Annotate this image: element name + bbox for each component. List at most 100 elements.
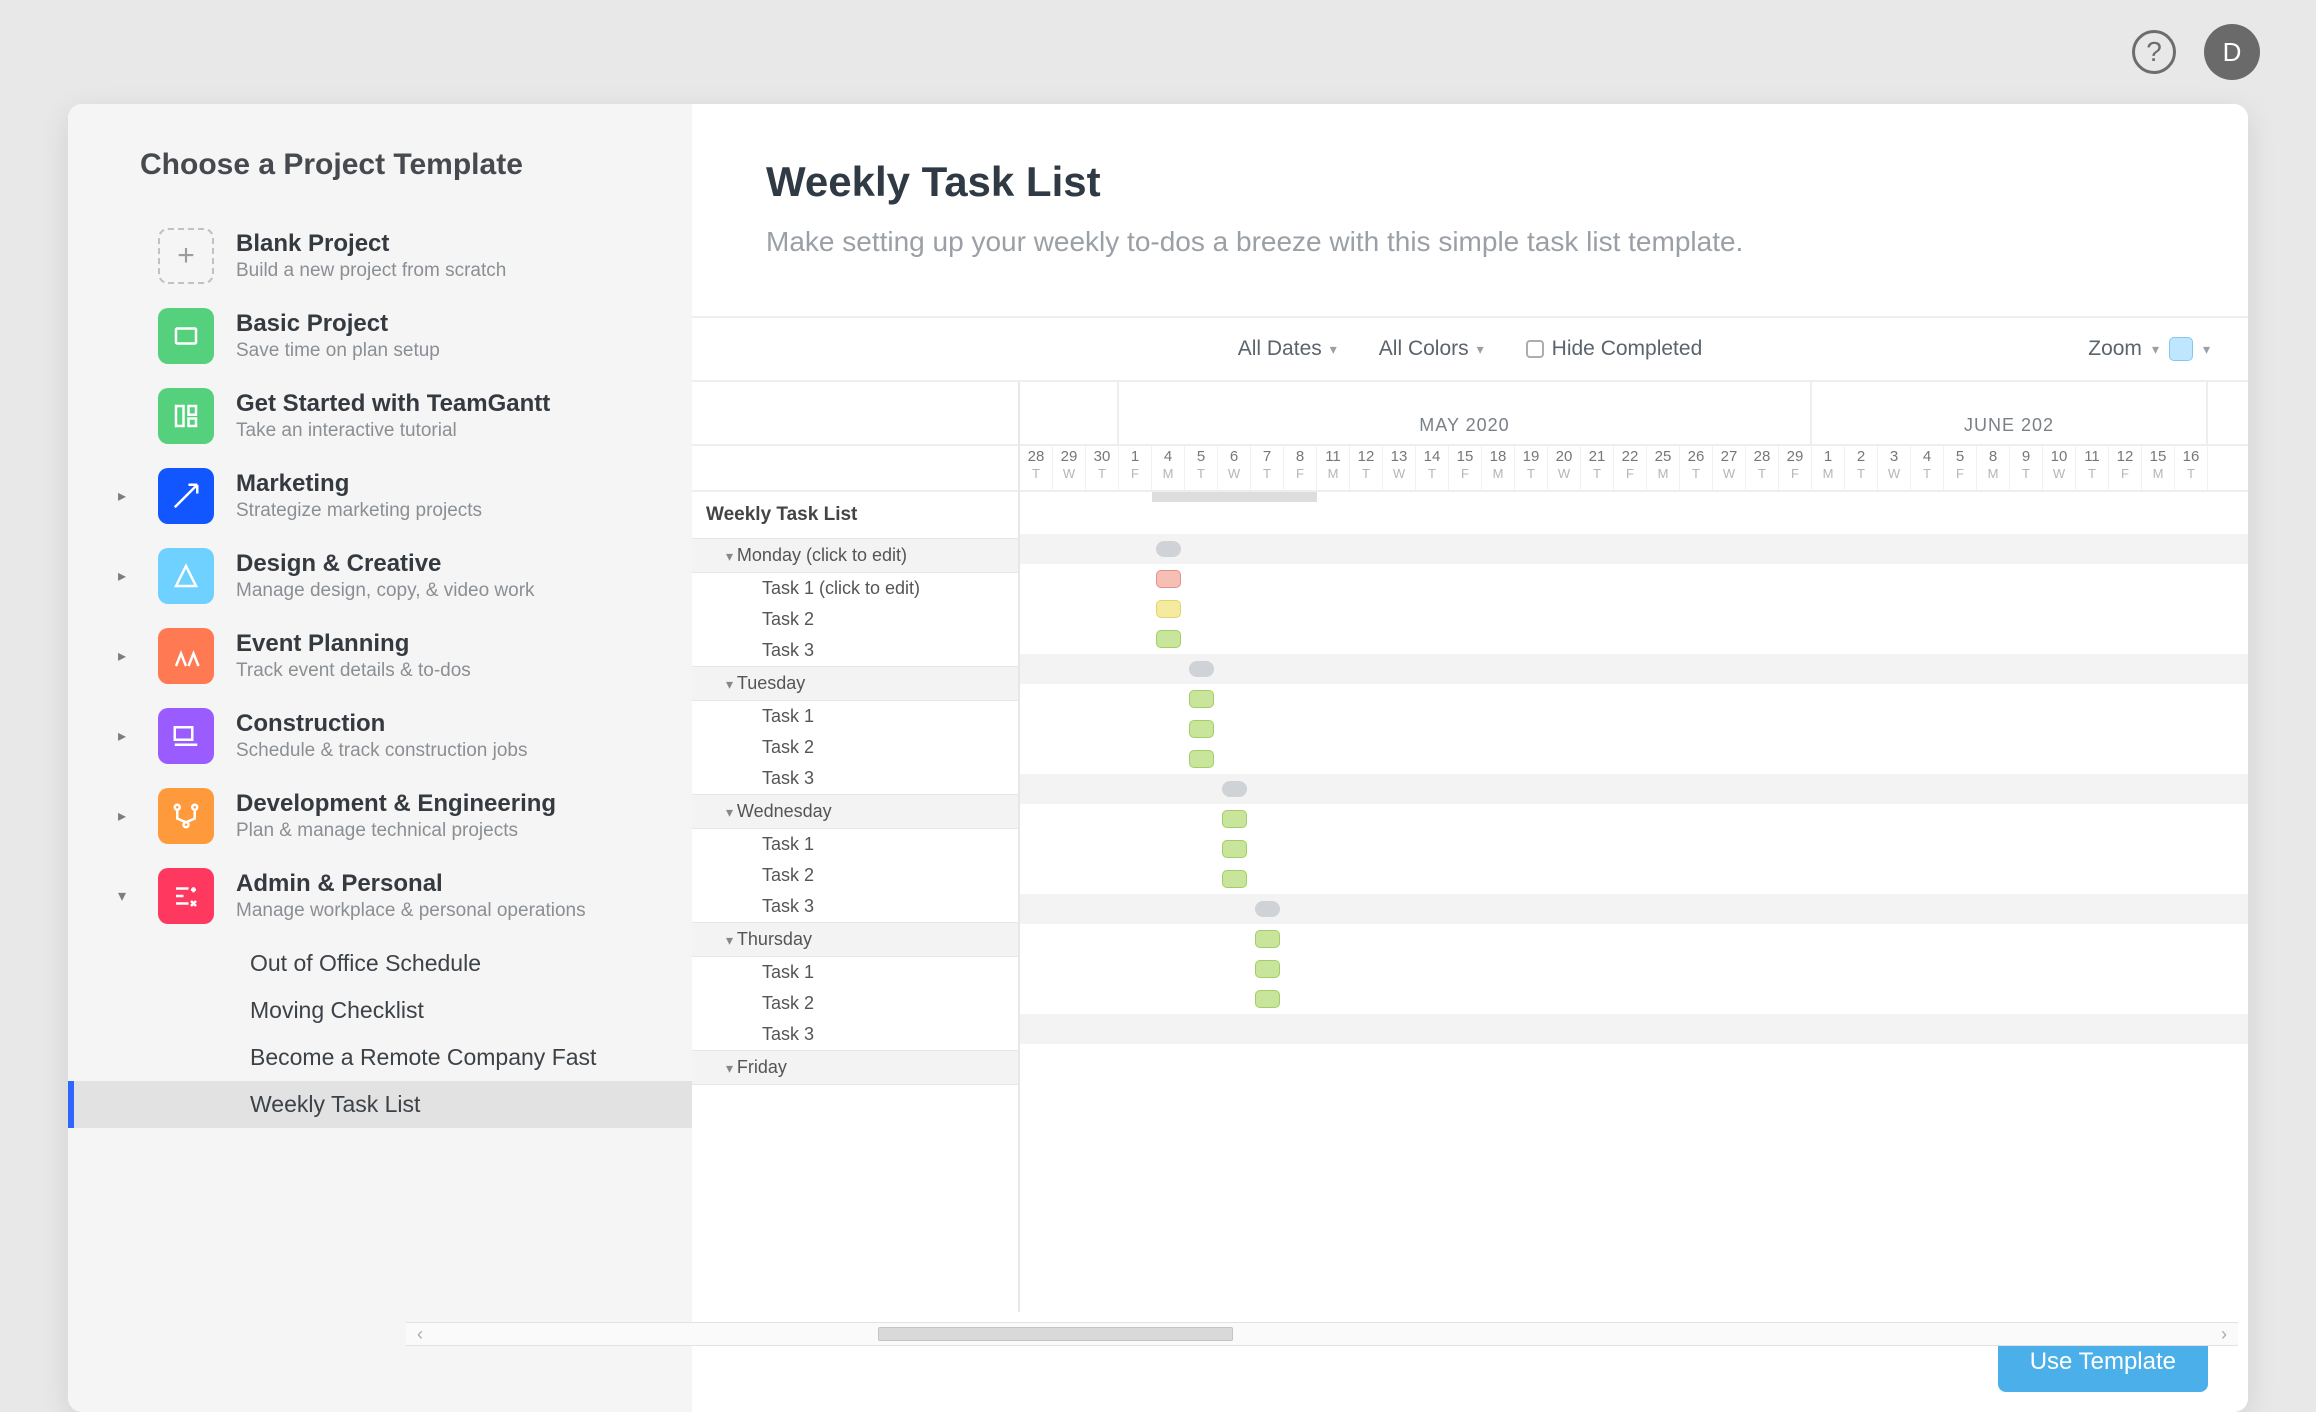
gantt-task-bar[interactable] (1189, 690, 1214, 708)
subtemplate-list: Out of Office ScheduleMoving ChecklistBe… (68, 936, 692, 1136)
timeline-day: 20W (1548, 446, 1581, 490)
category-name: Event Planning (236, 630, 471, 658)
category-item-blank[interactable]: +Blank ProjectBuild a new project from s… (68, 216, 692, 296)
task-row[interactable]: Task 1 (692, 701, 1018, 732)
timeline-day: 15M (2142, 446, 2175, 490)
help-icon[interactable]: ? (2132, 30, 2176, 74)
category-sub: Strategize marketing projects (236, 500, 482, 522)
blank-icon: + (158, 228, 214, 284)
template-title: Weekly Task List (766, 158, 2174, 206)
category-sub: Build a new project from scratch (236, 260, 506, 282)
timeline-day: 25M (1647, 446, 1680, 490)
gantt-toolbar: All Dates ▾ All Colors ▾ Hide Completed … (692, 318, 2248, 382)
sidebar: Choose a Project Template +Blank Project… (68, 104, 692, 1412)
gantt-task-bar[interactable] (1255, 960, 1280, 978)
category-item-admin[interactable]: ▾Admin & PersonalManage workplace & pers… (68, 856, 692, 936)
design-icon (158, 548, 214, 604)
chevron-down-icon: ▾ (2203, 341, 2210, 358)
subtemplate-item[interactable]: Out of Office Schedule (68, 940, 692, 987)
chevron-right-icon: ▸ (118, 646, 126, 666)
category-item-constr[interactable]: ▸ConstructionSchedule & track constructi… (68, 696, 692, 776)
task-row[interactable]: Task 3 (692, 635, 1018, 666)
gantt-group-bar[interactable] (1189, 661, 1214, 677)
timeline-day: 29F (1779, 446, 1812, 490)
category-item-dev[interactable]: ▸Development & EngineeringPlan & manage … (68, 776, 692, 856)
task-group-header[interactable]: Friday (692, 1050, 1018, 1085)
timeline-day: 1M (1812, 446, 1845, 490)
timeline-day: 13W (1383, 446, 1416, 490)
subtemplate-item[interactable]: Weekly Task List (68, 1081, 692, 1128)
category-item-basic[interactable]: Basic ProjectSave time on plan setup (68, 296, 692, 376)
gantt-task-bar[interactable] (1255, 990, 1280, 1008)
category-name: Get Started with TeamGantt (236, 390, 550, 418)
gantt-task-bar[interactable] (1156, 570, 1181, 588)
task-row[interactable]: Task 1 (692, 829, 1018, 860)
zoom-control[interactable]: Zoom ▾ ▾ (2088, 337, 2210, 361)
chevron-down-icon: ▾ (1477, 341, 1484, 358)
gantt-timeline[interactable]: MAY 2020JUNE 202 28T29W30T1F4M5T6W7T8F11… (1020, 382, 2248, 1312)
task-group-header[interactable]: Tuesday (692, 666, 1018, 701)
task-row[interactable]: Task 1 (692, 957, 1018, 988)
task-group-header[interactable]: Monday (click to edit) (692, 538, 1018, 573)
timeline-day: 12F (2109, 446, 2142, 490)
task-row[interactable]: Task 3 (692, 891, 1018, 922)
gantt-group-bar[interactable] (1222, 781, 1247, 797)
category-item-started[interactable]: Get Started with TeamGanttTake an intera… (68, 376, 692, 456)
date-scrubber[interactable] (1152, 492, 1317, 502)
gantt-task-bar[interactable] (1222, 840, 1247, 858)
template-picker-modal: Choose a Project Template +Blank Project… (68, 104, 2248, 1412)
timeline-day: 14T (1416, 446, 1449, 490)
main-header: Weekly Task List Make setting up your we… (692, 104, 2248, 286)
filter-dates-label: All Dates (1238, 337, 1322, 361)
task-row[interactable]: Task 2 (692, 604, 1018, 635)
top-bar: ? D (0, 0, 2316, 104)
task-row[interactable]: Task 3 (692, 1019, 1018, 1050)
category-sub: Track event details & to-dos (236, 660, 471, 682)
timeline-day: 5F (1944, 446, 1977, 490)
dev-icon (158, 788, 214, 844)
event-icon (158, 628, 214, 684)
avatar[interactable]: D (2204, 24, 2260, 80)
checkbox-icon (1526, 340, 1544, 358)
task-row[interactable]: Task 2 (692, 732, 1018, 763)
gantt-task-bar[interactable] (1222, 810, 1247, 828)
chevron-right-icon: ▸ (118, 806, 126, 826)
chevron-down-icon: ▾ (1330, 341, 1337, 358)
task-row[interactable]: Task 2 (692, 860, 1018, 891)
filter-colors[interactable]: All Colors ▾ (1379, 337, 1484, 361)
category-name: Marketing (236, 470, 482, 498)
gantt-task-bar[interactable] (1189, 750, 1214, 768)
zoom-swatch (2169, 337, 2193, 361)
category-item-market[interactable]: ▸MarketingStrategize marketing projects (68, 456, 692, 536)
category-item-event[interactable]: ▸ Event PlanningTrack event details & to-… (68, 616, 692, 696)
timeline-day: 6W (1218, 446, 1251, 490)
gantt-task-bar[interactable] (1189, 720, 1214, 738)
started-icon (158, 388, 214, 444)
subtemplate-item[interactable]: Moving Checklist (68, 987, 692, 1034)
task-group-header[interactable]: Wednesday (692, 794, 1018, 829)
category-sub: Manage design, copy, & video work (236, 580, 535, 602)
gantt-group-bar[interactable] (1255, 901, 1280, 917)
subtemplate-item[interactable]: Become a Remote Company Fast (68, 1034, 692, 1081)
filter-dates[interactable]: All Dates ▾ (1238, 337, 1337, 361)
gantt-task-bar[interactable] (1255, 930, 1280, 948)
timeline-day: 8M (1977, 446, 2010, 490)
gantt-preview: All Dates ▾ All Colors ▾ Hide Completed … (692, 316, 2248, 1312)
gantt-group-bar[interactable] (1156, 541, 1181, 557)
timeline-day: 10W (2043, 446, 2076, 490)
category-item-design[interactable]: ▸Design & CreativeManage design, copy, &… (68, 536, 692, 616)
chevron-right-icon: ▸ (118, 726, 126, 746)
task-group-header[interactable]: Thursday (692, 922, 1018, 957)
hide-completed-toggle[interactable]: Hide Completed (1526, 337, 1703, 361)
gantt-task-bar[interactable] (1156, 600, 1181, 618)
task-row[interactable]: Task 1 (click to edit) (692, 573, 1018, 604)
timeline-day: 12T (1350, 446, 1383, 490)
category-sub: Take an interactive tutorial (236, 420, 550, 442)
category-sub: Save time on plan setup (236, 340, 440, 362)
category-name: Basic Project (236, 310, 440, 338)
timeline-day: 2T (1845, 446, 1878, 490)
task-row[interactable]: Task 3 (692, 763, 1018, 794)
gantt-task-bar[interactable] (1156, 630, 1181, 648)
gantt-task-bar[interactable] (1222, 870, 1247, 888)
task-row[interactable]: Task 2 (692, 988, 1018, 1019)
